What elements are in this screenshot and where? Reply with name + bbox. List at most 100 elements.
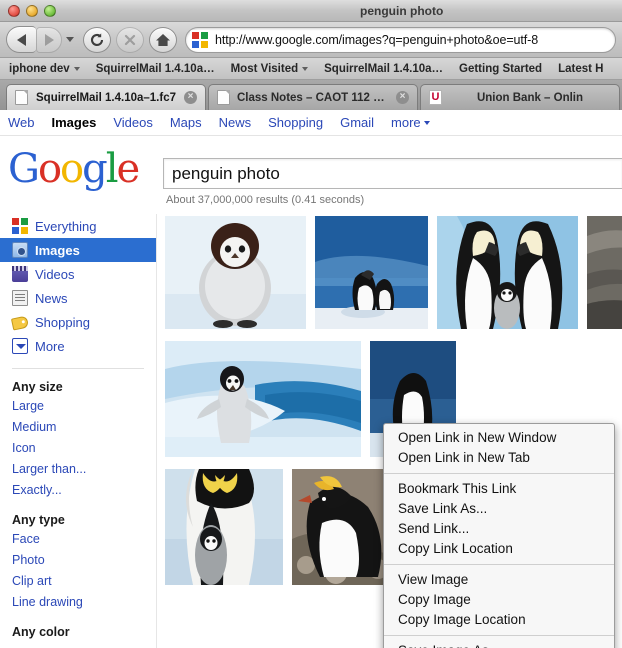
tab-close-button[interactable]: × (396, 91, 409, 104)
filter-option-clip-art[interactable]: Clip art (0, 571, 156, 592)
news-icon (12, 290, 28, 306)
sidebar-divider (12, 368, 144, 369)
nav-link-web[interactable]: Web (8, 115, 35, 130)
sidebar-item-shopping[interactable]: Shopping (0, 310, 156, 334)
bookmark-item[interactable]: iphone dev (9, 63, 80, 75)
menu-item-copy-image[interactable]: Copy Image (384, 590, 614, 610)
filter-option-larger-than[interactable]: Larger than... (0, 459, 156, 480)
back-arrow-icon (17, 33, 26, 46)
menu-separator (384, 473, 614, 474)
stop-button[interactable] (116, 26, 144, 53)
google-logo[interactable]: Google (8, 149, 163, 206)
forward-arrow-icon (44, 33, 54, 46)
filter-option-photo[interactable]: Photo (0, 550, 156, 571)
sidebar-item-label: More (35, 338, 65, 354)
sidebar-item-images[interactable]: Images (0, 238, 156, 262)
navigation-toolbar: http://www.google.com/images?q=penguin+p… (0, 22, 622, 58)
search-sidebar: Everything Images Videos News Shopping M… (0, 214, 157, 648)
filter-option-icon[interactable]: Icon (0, 438, 156, 459)
nav-link-maps[interactable]: Maps (170, 115, 202, 130)
filter-option-medium[interactable]: Medium (0, 417, 156, 438)
title-bar: penguin photo (0, 0, 622, 22)
home-button[interactable] (149, 26, 177, 53)
tab-title: SquirrelMail 1.4.10a–1.fc7 (36, 91, 176, 104)
sidebar-item-everything[interactable]: Everything (0, 214, 156, 238)
menu-item-save-image-as[interactable]: Save Image As... (384, 641, 614, 648)
chevron-down-icon (302, 66, 309, 71)
reload-button[interactable] (83, 26, 111, 53)
filter-option-face[interactable]: Face (0, 529, 156, 550)
image-result[interactable] (437, 216, 578, 329)
filter-option-exactly[interactable]: Exactly... (0, 480, 156, 501)
bookmark-item[interactable]: Getting Started (459, 63, 542, 75)
sidebar-item-label: Images (35, 242, 80, 258)
search-area: penguin photo About 37,000,000 results (… (163, 150, 622, 206)
tab-squirrelmail[interactable]: SquirrelMail 1.4.10a–1.fc7 × (6, 84, 206, 110)
reload-icon (90, 32, 104, 46)
chevron-down-icon (73, 66, 80, 71)
bookmarks-bar: iphone dev SquirrelMail 1.4.10a… Most Vi… (0, 58, 622, 80)
history-dropdown-icon[interactable] (66, 37, 74, 42)
chevron-down-icon (423, 120, 430, 125)
page-icon (15, 90, 28, 105)
union-bank-icon: U (429, 90, 442, 105)
menu-item-copy-image-location[interactable]: Copy Image Location (384, 610, 614, 630)
menu-separator (384, 635, 614, 636)
nav-link-shopping[interactable]: Shopping (268, 115, 323, 130)
tab-title: Class Notes – CAOT 112 – Sp… (237, 91, 389, 104)
address-bar[interactable]: http://www.google.com/images?q=penguin+p… (185, 26, 616, 53)
nav-link-images[interactable]: Images (52, 115, 97, 130)
bookmark-item[interactable]: Most Visited (231, 63, 309, 75)
url-text[interactable]: http://www.google.com/images?q=penguin+p… (215, 33, 538, 47)
bookmark-label: SquirrelMail 1.4.10a… (324, 62, 444, 75)
image-result[interactable] (165, 469, 283, 585)
menu-item-copy-link-location[interactable]: Copy Link Location (384, 539, 614, 559)
home-icon (156, 33, 170, 46)
menu-item-bookmark-this-link[interactable]: Bookmark This Link (384, 479, 614, 499)
nav-link-news[interactable]: News (219, 115, 252, 130)
browser-window: penguin photo http://www.google.com/imag… (0, 0, 622, 648)
google-vertical-nav: Web Images Videos Maps News Shopping Gma… (0, 110, 622, 136)
image-result[interactable] (165, 216, 306, 329)
tab-class-notes[interactable]: Class Notes – CAOT 112 – Sp… × (208, 84, 418, 110)
sidebar-item-label: Shopping (35, 314, 90, 330)
search-header: Google penguin photo About 37,000,000 re… (0, 136, 622, 206)
forward-button[interactable] (36, 26, 62, 53)
bookmark-item[interactable]: SquirrelMail 1.4.10a… (96, 63, 215, 75)
image-result[interactable] (165, 341, 361, 457)
page-viewport: Web Images Videos Maps News Shopping Gma… (0, 110, 622, 648)
filter-heading-type: Any type (12, 513, 65, 527)
menu-item-view-image[interactable]: View Image (384, 570, 614, 590)
nav-link-more[interactable]: more (391, 115, 430, 130)
search-input[interactable]: penguin photo (163, 158, 622, 189)
sidebar-item-videos[interactable]: Videos (0, 262, 156, 286)
image-result[interactable] (587, 216, 622, 329)
sidebar-item-label: News (35, 290, 68, 306)
menu-item-open-link-new-window[interactable]: Open Link in New Window (384, 428, 614, 448)
tab-union-bank[interactable]: U Union Bank – Onlin (420, 84, 620, 110)
nav-link-videos[interactable]: Videos (113, 115, 153, 130)
back-button[interactable] (6, 26, 36, 53)
back-forward-group (6, 26, 78, 53)
tab-close-button[interactable]: × (184, 91, 197, 104)
menu-item-send-link[interactable]: Send Link... (384, 519, 614, 539)
menu-item-save-link-as[interactable]: Save Link As... (384, 499, 614, 519)
shopping-icon (10, 315, 30, 331)
image-result[interactable] (315, 216, 428, 329)
sidebar-item-label: Everything (35, 218, 97, 234)
bookmark-label: SquirrelMail 1.4.10a… (95, 62, 215, 75)
filter-option-large[interactable]: Large (0, 396, 156, 417)
sidebar-item-news[interactable]: News (0, 286, 156, 310)
context-menu: Open Link in New Window Open Link in New… (383, 423, 615, 648)
filter-heading-size: Any size (12, 380, 63, 394)
bookmark-item[interactable]: SquirrelMail 1.4.10a… (324, 63, 443, 75)
images-icon (12, 242, 28, 258)
sidebar-item-more[interactable]: More (0, 334, 156, 358)
nav-link-gmail[interactable]: Gmail (340, 115, 374, 130)
bookmark-item[interactable]: Latest H (558, 63, 603, 75)
menu-item-open-link-new-tab[interactable]: Open Link in New Tab (384, 448, 614, 468)
bookmark-label: Latest H (558, 62, 604, 75)
tab-title: Union Bank – Onlin (476, 91, 584, 104)
close-icon (124, 34, 136, 45)
filter-option-line-drawing[interactable]: Line drawing (0, 592, 156, 613)
